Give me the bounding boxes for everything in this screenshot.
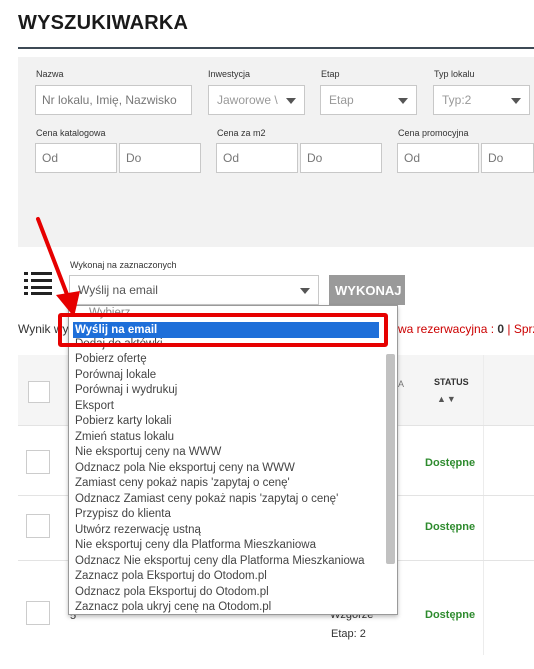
- dropdown-option[interactable]: Nie eksportuj ceny dla Platforma Mieszka…: [75, 538, 316, 553]
- column-divider: [483, 355, 484, 655]
- cena-promocyjna-label: Cena promocyjna: [398, 128, 469, 138]
- cena-promocyjna-from[interactable]: Od: [397, 143, 479, 173]
- row-checkbox[interactable]: [26, 450, 50, 474]
- cena-m2-label: Cena za m2: [217, 128, 266, 138]
- cena-m2-from[interactable]: Od: [216, 143, 298, 173]
- row-checkbox[interactable]: [26, 514, 50, 538]
- dropdown-option[interactable]: Pobierz karty lokali: [75, 414, 172, 429]
- chevron-down-icon: [300, 288, 310, 294]
- highlight-box: [58, 313, 388, 347]
- dropdown-option[interactable]: Porównaj i wydrukuj: [75, 383, 177, 398]
- page-title: WYSZUKIWARKA: [18, 12, 189, 34]
- dropdown-option[interactable]: Utwórz rezerwację ustną: [75, 523, 201, 538]
- dropdown-option[interactable]: Zaznacz pola ukryj cenę na Otodom.pl: [75, 600, 271, 614]
- inwestycja-select[interactable]: Jaworowe \: [208, 85, 305, 115]
- dropdown-option[interactable]: Zamiast ceny pokaż napis 'zapytaj o cenę…: [75, 476, 290, 491]
- status-column-header[interactable]: STATUS: [434, 377, 469, 387]
- bulk-action-select[interactable]: Wyślij na email: [69, 275, 319, 305]
- inwestycja-value: Jaworowe \: [217, 93, 278, 107]
- chevron-down-icon: [511, 98, 521, 104]
- etap-value: Etap: [329, 93, 354, 107]
- partial-column-header: A: [398, 379, 405, 389]
- etap-select[interactable]: Etap: [320, 85, 417, 115]
- bulk-action-dropdown: Wybierz Wyślij na email Dodaj do aktówki…: [68, 305, 398, 615]
- cena-m2-to[interactable]: Do: [300, 143, 382, 173]
- dropdown-option[interactable]: Odznacz Nie eksportuj ceny dla Platforma…: [75, 554, 365, 569]
- dropdown-option[interactable]: Odznacz pola Eksportuj do Otodom.pl: [75, 585, 269, 600]
- select-all-checkbox[interactable]: [28, 381, 50, 403]
- cena-katalogowa-label: Cena katalogowa: [36, 128, 106, 138]
- typ-lokalu-select[interactable]: Typ:2: [433, 85, 530, 115]
- dropdown-option[interactable]: Eksport: [75, 399, 114, 414]
- dropdown-option[interactable]: Odznacz Zamiast ceny pokaż napis 'zapyta…: [75, 492, 338, 507]
- stage-text: Etap: 2: [331, 628, 366, 640]
- dropdown-option[interactable]: Zmień status lokalu: [75, 430, 174, 445]
- execute-button[interactable]: WYKONAJ: [329, 275, 405, 305]
- cena-promocyjna-to[interactable]: Do: [481, 143, 534, 173]
- dropdown-option[interactable]: Pobierz ofertę: [75, 352, 147, 367]
- nazwa-input[interactable]: Nr lokalu, Imię, Nazwisko: [35, 85, 192, 115]
- dropdown-option[interactable]: Przypisz do klienta: [75, 507, 171, 522]
- dropdown-option[interactable]: Porównaj lokale: [75, 368, 156, 383]
- cena-katalogowa-from[interactable]: Od: [35, 143, 117, 173]
- dropdown-option[interactable]: Zaznacz pola Eksportuj do Otodom.pl: [75, 569, 267, 584]
- status-badge: Dostępne: [425, 457, 476, 469]
- dropdown-option[interactable]: Odznacz pola Nie eksportuj ceny na WWW: [75, 461, 295, 476]
- typ-lokalu-label: Typ lokalu: [434, 69, 475, 79]
- sort-icon[interactable]: ▲▼: [437, 394, 457, 404]
- title-divider: [18, 47, 534, 49]
- status-badge: Dostępne: [425, 521, 476, 533]
- results-status-summary: wa rezerwacyjna : 0 | Sprz: [398, 322, 534, 336]
- dropdown-scrollbar[interactable]: [386, 354, 395, 564]
- chevron-down-icon: [398, 98, 408, 104]
- status-summary-separator: | Sprz: [507, 322, 534, 336]
- cena-katalogowa-to[interactable]: Do: [119, 143, 201, 173]
- typ-lokalu-value: Typ:2: [442, 93, 472, 107]
- etap-label: Etap: [321, 69, 340, 79]
- annotation-arrow-icon: [36, 217, 80, 317]
- status-badge: Dostępne: [425, 609, 476, 621]
- inwestycja-label: Inwestycja: [208, 69, 251, 79]
- chevron-down-icon: [286, 98, 296, 104]
- row-checkbox[interactable]: [26, 601, 50, 625]
- dropdown-option[interactable]: Nie eksportuj ceny na WWW: [75, 445, 221, 460]
- status-summary-text: wa rezerwacyjna :: [398, 322, 498, 336]
- nazwa-label: Nazwa: [36, 69, 64, 79]
